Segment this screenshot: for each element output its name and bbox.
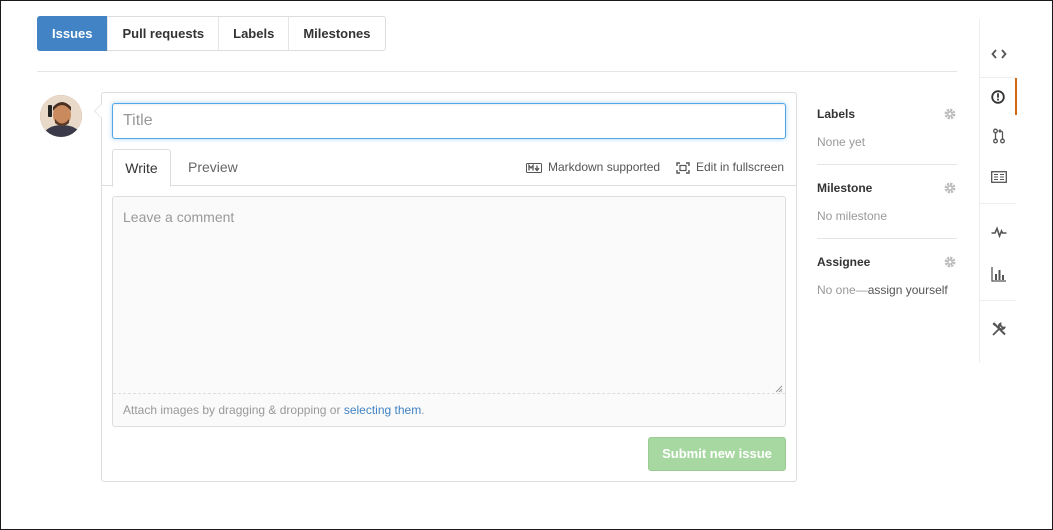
assignee-heading: Assignee [817,255,871,269]
repo-nav-wiki[interactable] [980,158,1017,195]
repo-nav-graphs[interactable] [980,255,1017,292]
assignee-none: No one— [817,283,868,297]
repo-nav-code[interactable] [980,35,1017,72]
issue-icon [990,89,1005,104]
markdown-supported-link[interactable]: Markdown supported [526,149,660,186]
markdown-icon [526,162,542,173]
repo-nav [979,19,1017,363]
attach-images-hint: Attach images by dragging & dropping or … [123,403,425,417]
fullscreen-label: Edit in fullscreen [696,160,785,174]
repo-nav-divider [980,203,1016,204]
avatar-image [40,95,82,137]
repo-nav-divider [980,300,1016,301]
repo-nav-pull-requests[interactable] [980,117,1017,154]
attach-end: . [421,403,425,417]
code-icon [990,48,1007,59]
attach-text: Attach images by dragging & dropping or [123,403,344,417]
graph-icon [990,266,1006,282]
subnav-milestones[interactable]: Milestones [288,17,384,50]
labels-heading: Labels [817,107,856,121]
fullscreen-icon [676,161,690,174]
subnav-labels[interactable]: Labels [218,17,288,50]
pulse-icon [991,225,1006,238]
write-preview-tabs: Write Preview Markdown supported Edit in… [102,149,796,187]
avatar[interactable] [40,95,82,137]
repo-nav-pulse[interactable] [980,213,1017,250]
settings-icon [991,321,1006,336]
tab-write[interactable]: Write [112,149,171,187]
milestone-heading: Milestone [817,181,873,195]
repo-nav-settings[interactable] [980,310,1017,347]
gear-icon[interactable] [943,255,957,269]
gear-icon[interactable] [943,107,957,121]
pull-request-icon [992,128,1005,143]
sidebar-divider [817,238,957,239]
labels-section: Labels None yet [817,107,957,149]
new-issue-form: Write Preview Markdown supported Edit in… [94,92,797,482]
comment-textarea[interactable] [113,197,785,394]
subnav-pull-requests[interactable]: Pull requests [107,17,218,50]
labels-value: None yet [817,135,866,149]
repo-nav-issues[interactable] [980,78,1017,115]
sidebar-divider [817,164,957,165]
milestone-section: Milestone No milestone [817,181,957,223]
wiki-icon [990,170,1007,183]
assignee-section: Assignee No one—assign yourself [817,255,957,297]
gear-icon[interactable] [943,181,957,195]
issue-title-input[interactable] [112,103,786,139]
assign-yourself-link[interactable]: assign yourself [868,283,948,297]
markdown-label: Markdown supported [548,160,661,174]
assignee-value: No one—assign yourself [817,283,957,297]
edit-fullscreen-link[interactable]: Edit in fullscreen [676,149,784,186]
resize-grip-icon[interactable] [775,385,783,393]
header-divider [37,71,957,72]
subnav-issues[interactable]: Issues [37,16,108,51]
comment-box: Attach images by dragging & dropping or … [112,196,786,427]
issues-subnav: Issues Pull requests Labels Milestones [37,16,386,51]
tab-preview[interactable]: Preview [188,149,238,186]
select-files-link[interactable]: selecting them [344,403,421,417]
submit-new-issue-button[interactable]: Submit new issue [648,437,786,471]
milestone-value: No milestone [817,209,888,223]
